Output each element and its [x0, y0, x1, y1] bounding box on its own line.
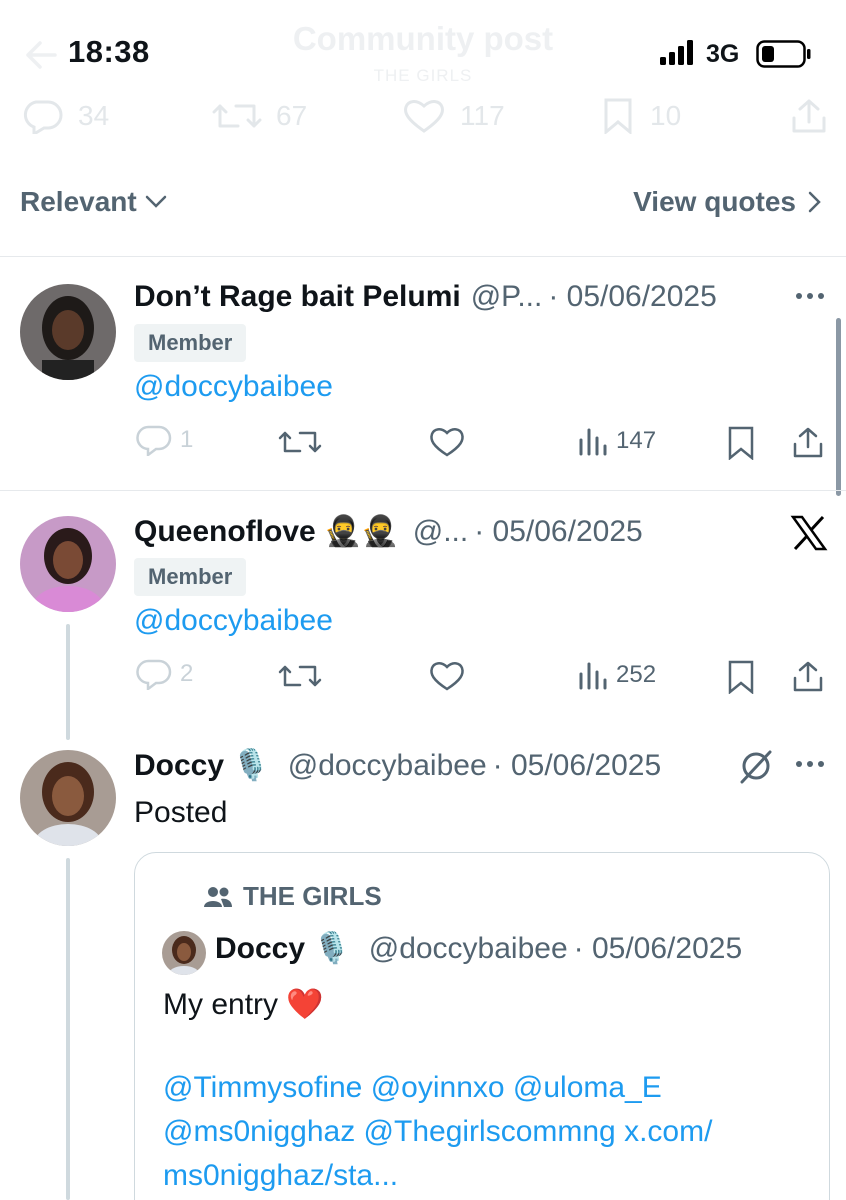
heart-icon [402, 98, 446, 134]
bookmark-icon[interactable] [726, 426, 756, 460]
reply-icon [136, 658, 172, 690]
views-icon [578, 660, 608, 690]
quoted-post-text: My entry ❤️ [163, 988, 324, 1021]
community-icon [203, 885, 233, 909]
bookmark-icon [600, 98, 636, 134]
reply-icon [20, 98, 64, 134]
handle[interactable]: @doccybaibee [288, 749, 487, 783]
quoted-mentions-line-3[interactable]: ms0nigghaz/sta... [163, 1159, 398, 1193]
top-action-bar: 34 67 117 10 [0, 98, 846, 134]
bookmark-icon[interactable] [726, 660, 756, 694]
avatar[interactable] [20, 516, 116, 612]
member-badge: Member [134, 558, 247, 596]
quoted-post-card[interactable]: THE GIRLS Doccy 🎙️ @doccybaibee · 05/06/… [134, 852, 830, 1200]
quoted-post-header: Doccy 🎙️ @doccybaibee · 05/06/2025 [215, 931, 742, 966]
reply-action[interactable]: 2 [136, 658, 193, 690]
display-name[interactable]: Queenoflove 🥷🥷 [134, 514, 399, 549]
quoted-mentions-line-1[interactable]: @Timmysofine @oyinnxo @uloma_E [163, 1071, 662, 1105]
post-date: · 05/06/2025 [492, 748, 662, 782]
battery-icon [756, 40, 812, 68]
share-icon[interactable] [792, 660, 824, 692]
post-header: Queenoflove 🥷🥷 @... · 05/06/2025 [134, 514, 643, 549]
post-text-mention[interactable]: @doccybaibee [134, 370, 333, 404]
top-bookmark-action[interactable]: 10 [600, 98, 681, 134]
scrollbar[interactable] [836, 318, 841, 496]
views-action[interactable]: 147 [578, 426, 656, 456]
post-actions: 1 147 [0, 424, 846, 464]
more-options-icon[interactable] [794, 290, 826, 302]
view-count: 252 [616, 661, 657, 688]
handle: @doccybaibee [368, 931, 568, 965]
post-text-mention[interactable]: @doccybaibee [134, 604, 333, 638]
handle[interactable]: @... [413, 515, 468, 549]
sort-dropdown[interactable]: Relevant [20, 186, 167, 218]
community-label[interactable]: THE GIRLS [203, 881, 382, 912]
avatar[interactable] [20, 750, 116, 846]
quoted-mentions-line-2[interactable]: @ms0nigghaz @Thegirlscommng x.com/ [163, 1115, 712, 1149]
post-header: Don’t Rage bait Pelumi @P... · 05/06/202… [134, 280, 717, 314]
view-count: 147 [616, 427, 657, 454]
top-repost-action[interactable]: 67 [212, 98, 307, 134]
divider [0, 256, 846, 257]
avatar [162, 931, 206, 975]
reply-count: 2 [180, 660, 194, 687]
view-quotes-link[interactable]: View quotes [633, 186, 822, 218]
handle[interactable]: @P... [471, 280, 543, 314]
top-share-icon[interactable] [790, 98, 828, 134]
post-actions: 2 252 [0, 658, 846, 698]
post-date: · 05/06/2025 [548, 280, 717, 313]
chevron-down-icon [145, 195, 167, 209]
sort-label: Relevant [20, 186, 137, 217]
grok-icon[interactable] [738, 748, 774, 784]
thread-line [66, 858, 70, 1200]
heart-icon[interactable] [428, 426, 466, 458]
member-badge: Member [134, 324, 247, 362]
network-type: 3G [706, 40, 740, 68]
views-icon [578, 426, 608, 456]
view-quotes-label: View quotes [633, 186, 796, 217]
reply-icon [136, 424, 172, 456]
reply-count: 1 [180, 426, 194, 453]
post-date: · 05/06/2025 [573, 931, 743, 965]
signal-icon [660, 40, 698, 66]
display-name[interactable]: Don’t Rage bait Pelumi [134, 280, 461, 314]
post-text: Posted [134, 796, 228, 829]
x-logo-icon [790, 514, 828, 552]
heart-icon[interactable] [428, 660, 466, 692]
more-options-icon[interactable] [794, 758, 826, 770]
views-action[interactable]: 252 [578, 660, 656, 690]
repost-icon [212, 98, 262, 134]
display-name: Doccy 🎙️ [215, 932, 351, 965]
divider [0, 490, 846, 491]
repost-icon[interactable] [278, 660, 322, 692]
avatar[interactable] [20, 284, 116, 380]
top-reply-action[interactable]: 34 [20, 98, 109, 134]
display-name[interactable]: Doccy 🎙️ [134, 748, 270, 783]
community-name: THE GIRLS [243, 881, 382, 911]
chevron-right-icon [808, 191, 822, 213]
reply-action[interactable]: 1 [136, 424, 193, 456]
post-header: Doccy 🎙️ @doccybaibee · 05/06/2025 [134, 748, 661, 783]
share-icon[interactable] [792, 426, 824, 458]
top-like-action[interactable]: 117 [402, 98, 505, 134]
repost-icon[interactable] [278, 426, 322, 458]
page-subtitle: THE GIRLS [373, 66, 473, 85]
post-date: · 05/06/2025 [474, 514, 643, 548]
